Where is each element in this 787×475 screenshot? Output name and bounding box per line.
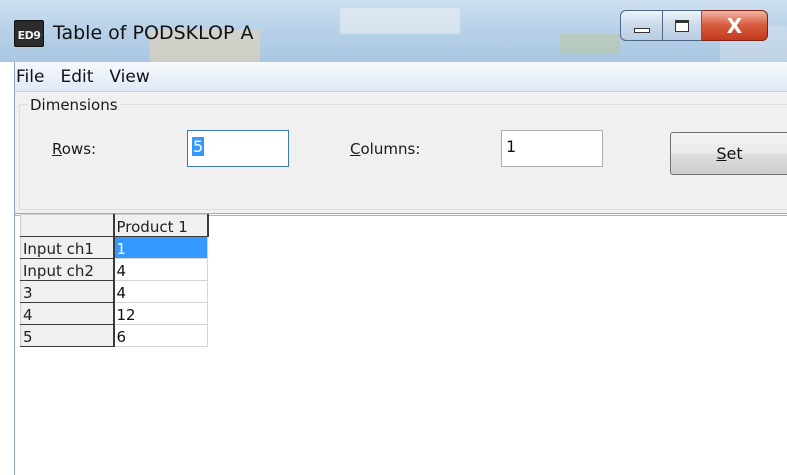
menu-file[interactable]: File	[15, 62, 52, 92]
columns-label-text: olumns:	[360, 140, 421, 158]
column-header-product-1[interactable]: Product 1	[113, 214, 209, 237]
table-row: Input ch2 4	[20, 258, 208, 281]
row-header[interactable]: 3	[20, 280, 115, 303]
maximize-icon	[675, 19, 689, 32]
app-icon[interactable]: ED9	[14, 20, 44, 47]
maximize-button[interactable]	[662, 10, 702, 41]
rows-label-accelerator: R	[52, 140, 62, 158]
row-header[interactable]: Input ch2	[20, 258, 115, 281]
close-button[interactable]: X	[702, 10, 768, 41]
set-button[interactable]: Set	[670, 132, 787, 175]
table-row: Input ch1 1	[20, 236, 208, 259]
corner-header[interactable]	[20, 214, 115, 237]
columns-input-value: 1	[506, 137, 517, 156]
window-title: Table of PODSKLOP A	[53, 22, 254, 44]
table-cell[interactable]: 1	[113, 236, 208, 259]
minimize-icon	[633, 28, 650, 33]
title-bar[interactable]: ED9 Table of PODSKLOP A X	[0, 0, 787, 62]
table-cell[interactable]: 6	[113, 324, 208, 347]
set-button-label: et	[726, 144, 743, 163]
dimensions-panel: Dimensions Rows: 5 Columns: 1 Set	[15, 92, 787, 214]
table-row: 5 6	[20, 324, 208, 347]
header-row: Product 1	[20, 214, 209, 237]
row-header[interactable]: 4	[20, 302, 115, 325]
columns-label: Columns:	[350, 140, 420, 158]
table-cell[interactable]: 4	[113, 280, 208, 303]
rows-input[interactable]: 5	[187, 130, 289, 167]
rows-label: Rows:	[52, 140, 96, 158]
table-cell[interactable]: 4	[113, 258, 208, 281]
table-row: 4 12	[20, 302, 208, 325]
table-cell[interactable]: 12	[113, 302, 208, 325]
aero-background	[560, 34, 620, 54]
minimize-button[interactable]	[620, 10, 662, 41]
menu-edit[interactable]: Edit	[52, 62, 101, 92]
row-header[interactable]: 5	[20, 324, 115, 347]
caption-buttons: X	[620, 10, 768, 41]
window-client: File Edit View Dimensions Rows: 5 Column…	[14, 62, 787, 475]
dimensions-legend: Dimensions	[28, 96, 120, 114]
columns-label-accelerator: C	[350, 140, 361, 158]
rows-input-value: 5	[192, 137, 205, 156]
set-button-accelerator: S	[716, 144, 727, 163]
columns-input[interactable]: 1	[501, 130, 603, 167]
table-row: 3 4	[20, 280, 208, 303]
menu-bar: File Edit View	[15, 62, 787, 92]
close-icon: X	[726, 13, 743, 38]
rows-label-text: ows:	[61, 140, 97, 158]
data-table: Product 1 Input ch1 1 Input ch2 4 3 4 4 …	[20, 214, 209, 347]
row-header[interactable]: Input ch1	[20, 236, 115, 259]
aero-background	[340, 8, 460, 34]
menu-view[interactable]: View	[101, 62, 157, 92]
